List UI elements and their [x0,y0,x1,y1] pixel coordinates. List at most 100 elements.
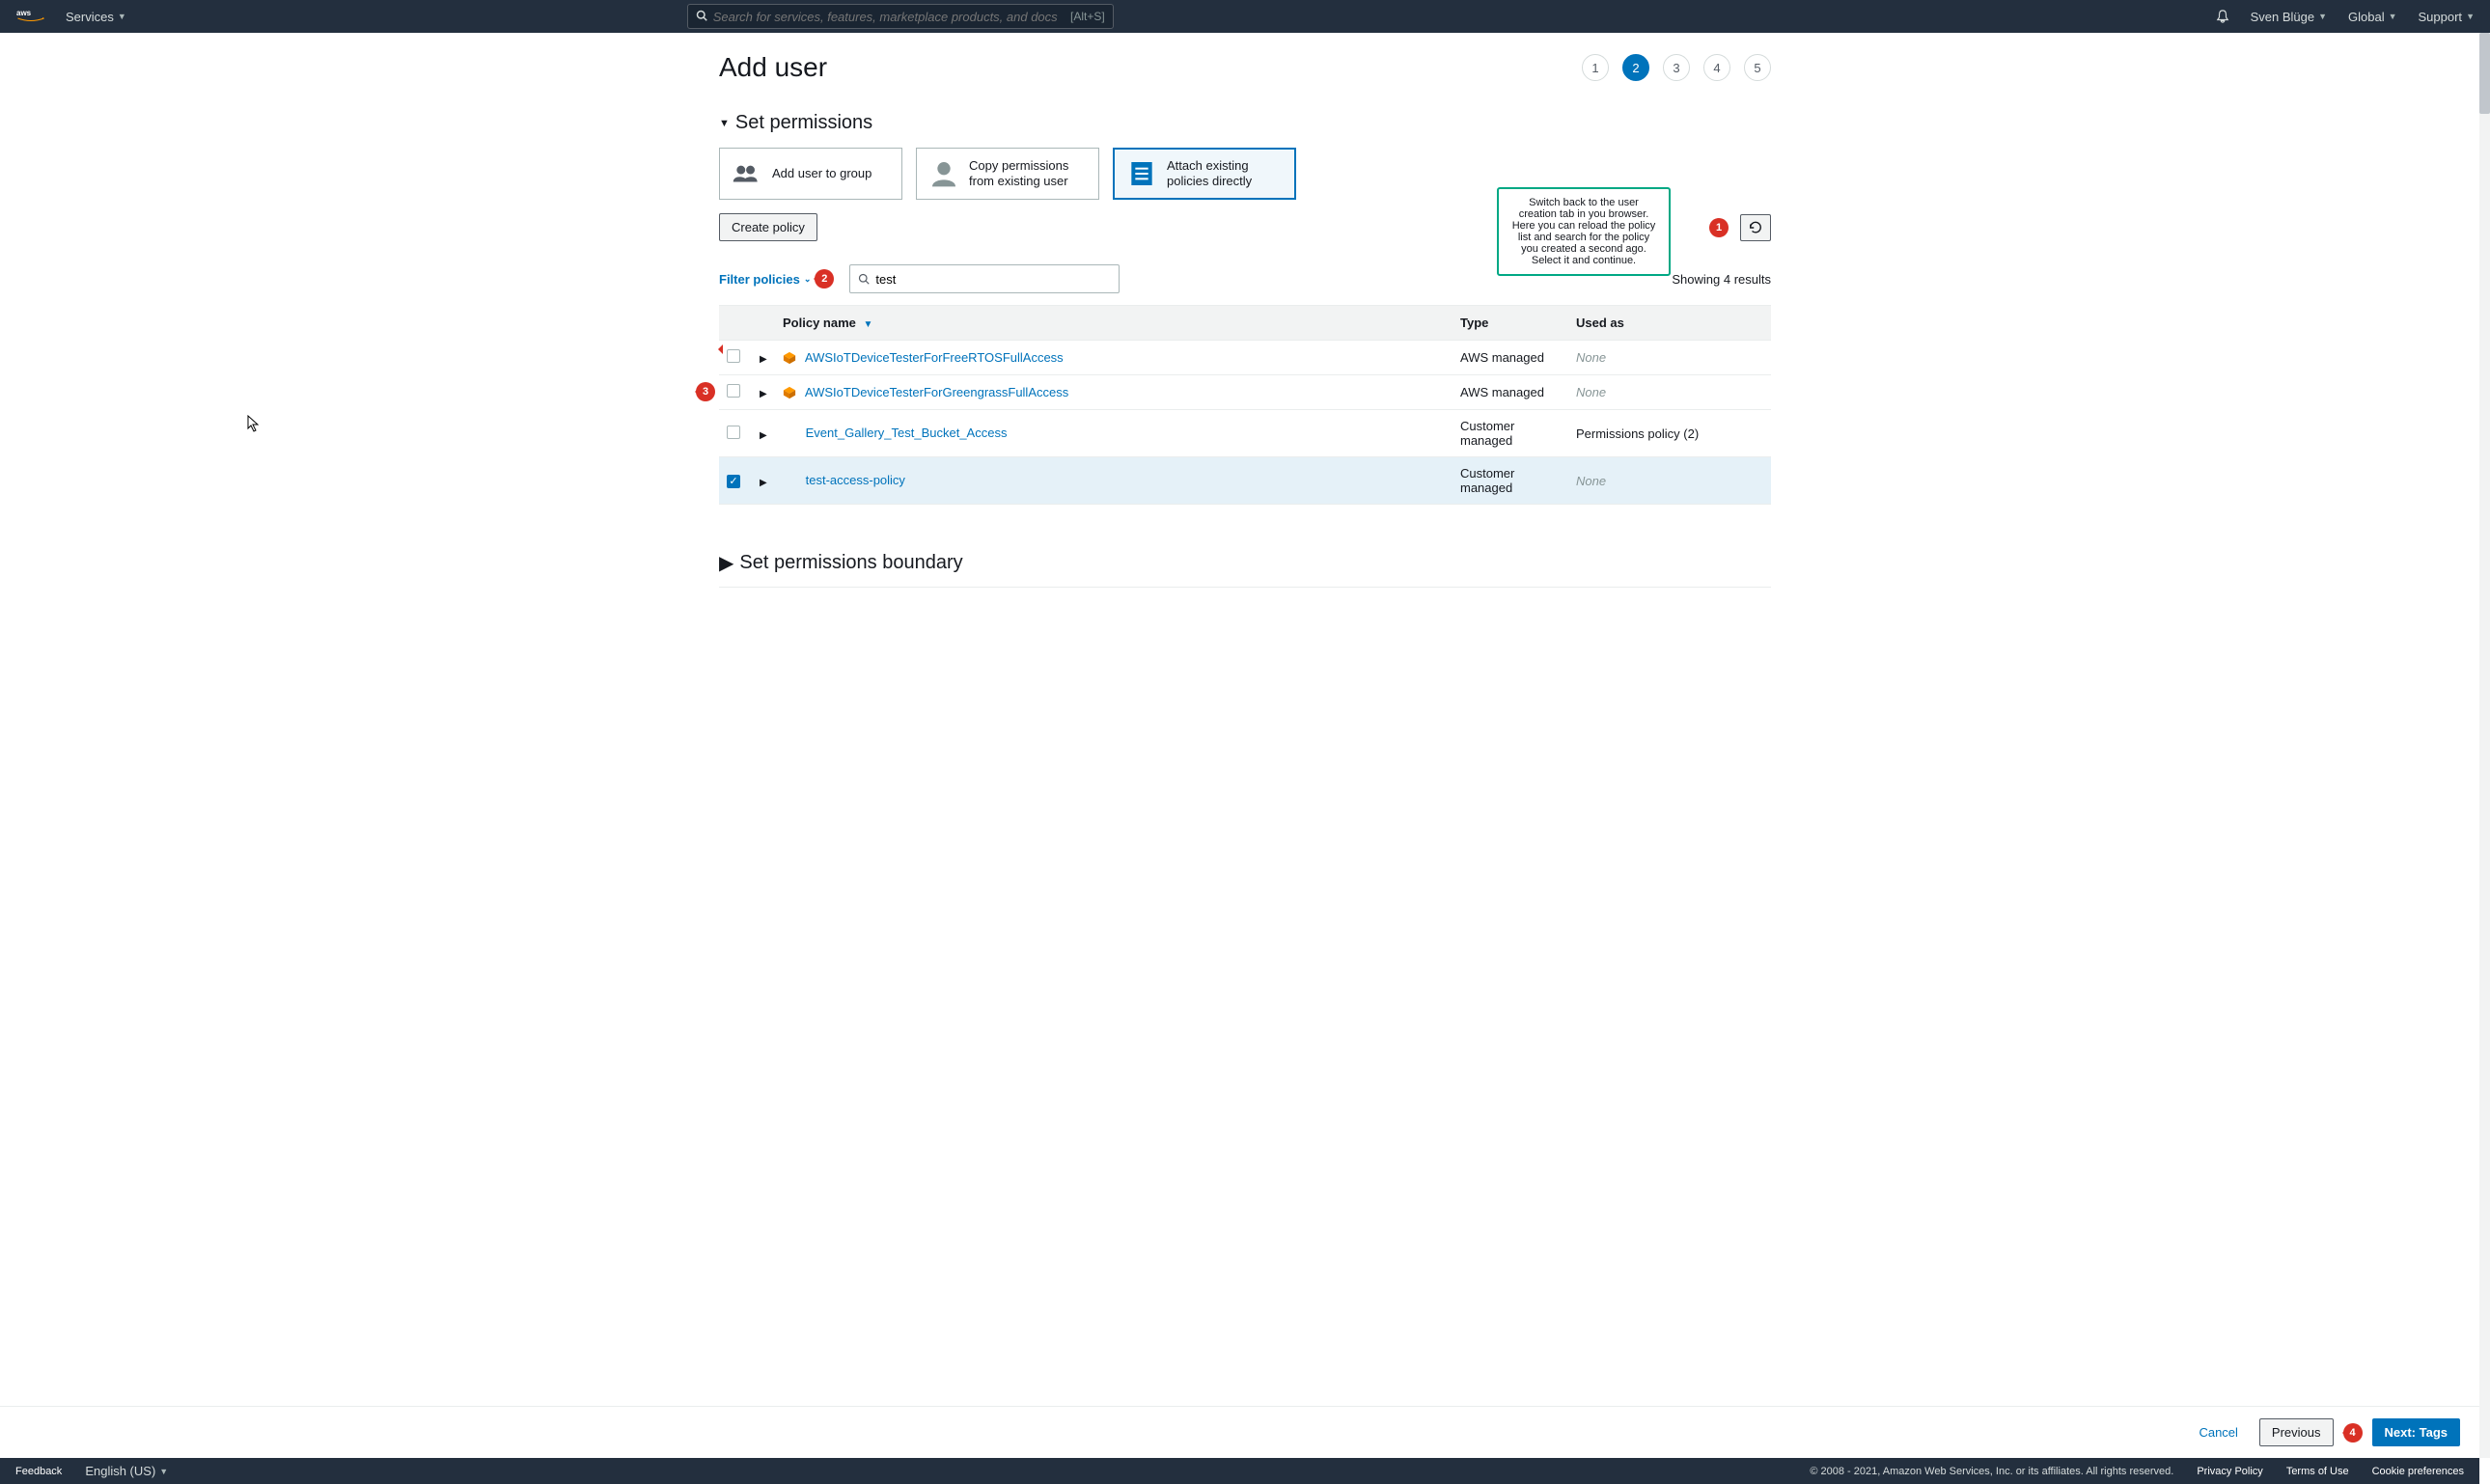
topbar: aws Services ▼ [Alt+S] Sven Blüge ▼ Glob… [0,0,2490,33]
policy-used-cell: None [1568,375,1771,410]
group-icon [732,160,762,187]
filter-policies-label: Filter policies [719,272,800,287]
region-label: Global [2348,10,2385,24]
row-checkbox[interactable] [727,426,740,439]
user-icon [928,160,959,187]
set-permissions-header[interactable]: ▼ Set permissions [719,112,1771,134]
refresh-icon [1749,221,1762,234]
scrollbar-thumb[interactable] [2479,33,2490,114]
search-icon [696,9,707,24]
col-policy-name[interactable]: Policy name ▼ [775,306,1452,341]
expand-row-icon[interactable]: ▶ [760,478,767,488]
policy-name-link[interactable]: Event_Gallery_Test_Bucket_Access [806,426,1008,440]
col-type[interactable]: Type [1452,306,1568,341]
cancel-button[interactable]: Cancel [2187,1419,2249,1445]
annotation-marker-3: 3 [696,382,715,401]
triangle-right-icon: ▶ [719,551,733,575]
svg-text:aws: aws [16,9,32,17]
policy-used-cell: None [1568,341,1771,375]
aws-logo[interactable]: aws [15,8,46,25]
global-search-input[interactable] [713,10,1070,24]
page-title: Add user [719,52,827,83]
next-button[interactable]: Next: Tags [2372,1418,2461,1446]
services-menu[interactable]: Services ▼ [66,10,126,24]
triangle-down-icon: ▼ [719,118,730,129]
cookies-link[interactable]: Cookie preferences [2372,1466,2464,1477]
annotation-tip: Switch back to the user creation tab in … [1497,187,1671,276]
bell-icon [2216,10,2229,23]
policy-name-link[interactable]: AWSIoTDeviceTesterForFreeRTOSFullAccess [805,350,1064,365]
expand-row-icon[interactable]: ▶ [760,389,767,399]
region-menu[interactable]: Global ▼ [2348,10,2397,24]
policy-name-link[interactable]: test-access-policy [806,473,905,487]
row-checkbox[interactable] [727,384,740,398]
col-label: Policy name [783,316,856,330]
row-checkbox[interactable] [727,349,740,363]
search-icon [858,273,870,285]
previous-button[interactable]: Previous [2259,1418,2334,1446]
refresh-button[interactable] [1740,214,1771,241]
policy-type-cell: AWS managed [1452,341,1568,375]
policy-name-link[interactable]: AWSIoTDeviceTesterForGreengrassFullAcces… [805,385,1068,399]
managed-policy-icon [783,351,796,365]
policy-search[interactable] [849,264,1120,293]
policy-used-cell: None [1568,457,1771,505]
step-3[interactable]: 3 [1663,54,1690,81]
policy-search-input[interactable] [875,272,1111,287]
permissions-boundary-header[interactable]: ▶ Set permissions boundary [719,539,1771,588]
annotation-marker-2: 2 [815,269,834,289]
policy-used-cell: Permissions policy (2) [1568,410,1771,457]
customer-policy-icon [783,427,796,441]
terms-link[interactable]: Terms of Use [2286,1466,2349,1477]
annotation-marker-1: 1 [1709,218,1729,237]
card-label: Add user to group [772,166,872,181]
wizard-steps: 1 2 3 4 5 [1582,54,1771,81]
policies-table: Policy name ▼ Type Used as ▶ AWSIoTDevic… [719,305,1771,505]
customer-policy-icon [783,475,796,488]
sort-indicator-icon: ▼ [864,319,873,330]
step-2[interactable]: 2 [1622,54,1649,81]
expand-row-icon[interactable]: ▶ [760,354,767,365]
document-icon [1126,160,1157,187]
notifications-button[interactable] [2216,10,2229,23]
results-count: Showing 4 results [1672,272,1771,287]
feedback-link[interactable]: Feedback [15,1466,62,1477]
step-4[interactable]: 4 [1703,54,1730,81]
caret-down-icon: ▼ [2318,12,2327,21]
cursor-icon [247,415,261,432]
main-content: Add user 1 2 3 4 5 ▼ Set permissions Add… [719,33,1771,665]
table-row: ✓ ▶ test-access-policy Customer managed … [719,457,1771,505]
permissions-boundary-title: Set permissions boundary [739,552,962,574]
wizard-footer: Cancel Previous 4 Next: Tags [0,1406,2479,1458]
search-shortcut-hint: [Alt+S] [1070,10,1105,23]
expand-row-icon[interactable]: ▶ [760,430,767,441]
account-menu[interactable]: Sven Blüge ▼ [2251,10,2327,24]
language-label: English (US) [85,1464,155,1478]
step-1[interactable]: 1 [1582,54,1609,81]
global-search[interactable]: [Alt+S] [687,4,1114,29]
policy-type-cell: Customer managed [1452,457,1568,505]
caret-down-icon: ▼ [118,12,126,21]
card-add-user-to-group[interactable]: Add user to group [719,148,902,200]
caret-down-icon: ▼ [2466,12,2475,21]
step-5[interactable]: 5 [1744,54,1771,81]
row-checkbox[interactable]: ✓ [727,475,740,488]
card-attach-policies[interactable]: Attach existing policies directly [1113,148,1296,200]
card-copy-permissions[interactable]: Copy permissions from existing user [916,148,1099,200]
caret-down-icon: ▼ [159,1467,168,1476]
services-label: Services [66,10,114,24]
create-policy-button[interactable]: Create policy [719,213,817,241]
support-menu[interactable]: Support ▼ [2419,10,2475,24]
site-footer: Feedback English (US) ▼ © 2008 - 2021, A… [0,1458,2479,1484]
card-label: Copy permissions from existing user [969,158,1087,188]
set-permissions-title: Set permissions [735,112,872,134]
filter-policies-link[interactable]: Filter policies ⌄ [719,272,811,287]
scrollbar[interactable] [2479,33,2490,1458]
card-label: Attach existing policies directly [1167,158,1283,188]
privacy-link[interactable]: Privacy Policy [2197,1466,2262,1477]
policy-type-cell: Customer managed [1452,410,1568,457]
col-used-as[interactable]: Used as [1568,306,1771,341]
support-label: Support [2419,10,2463,24]
language-menu[interactable]: English (US) ▼ [85,1464,168,1478]
table-row: ▶ AWSIoTDeviceTesterForGreengrassFullAcc… [719,375,1771,410]
